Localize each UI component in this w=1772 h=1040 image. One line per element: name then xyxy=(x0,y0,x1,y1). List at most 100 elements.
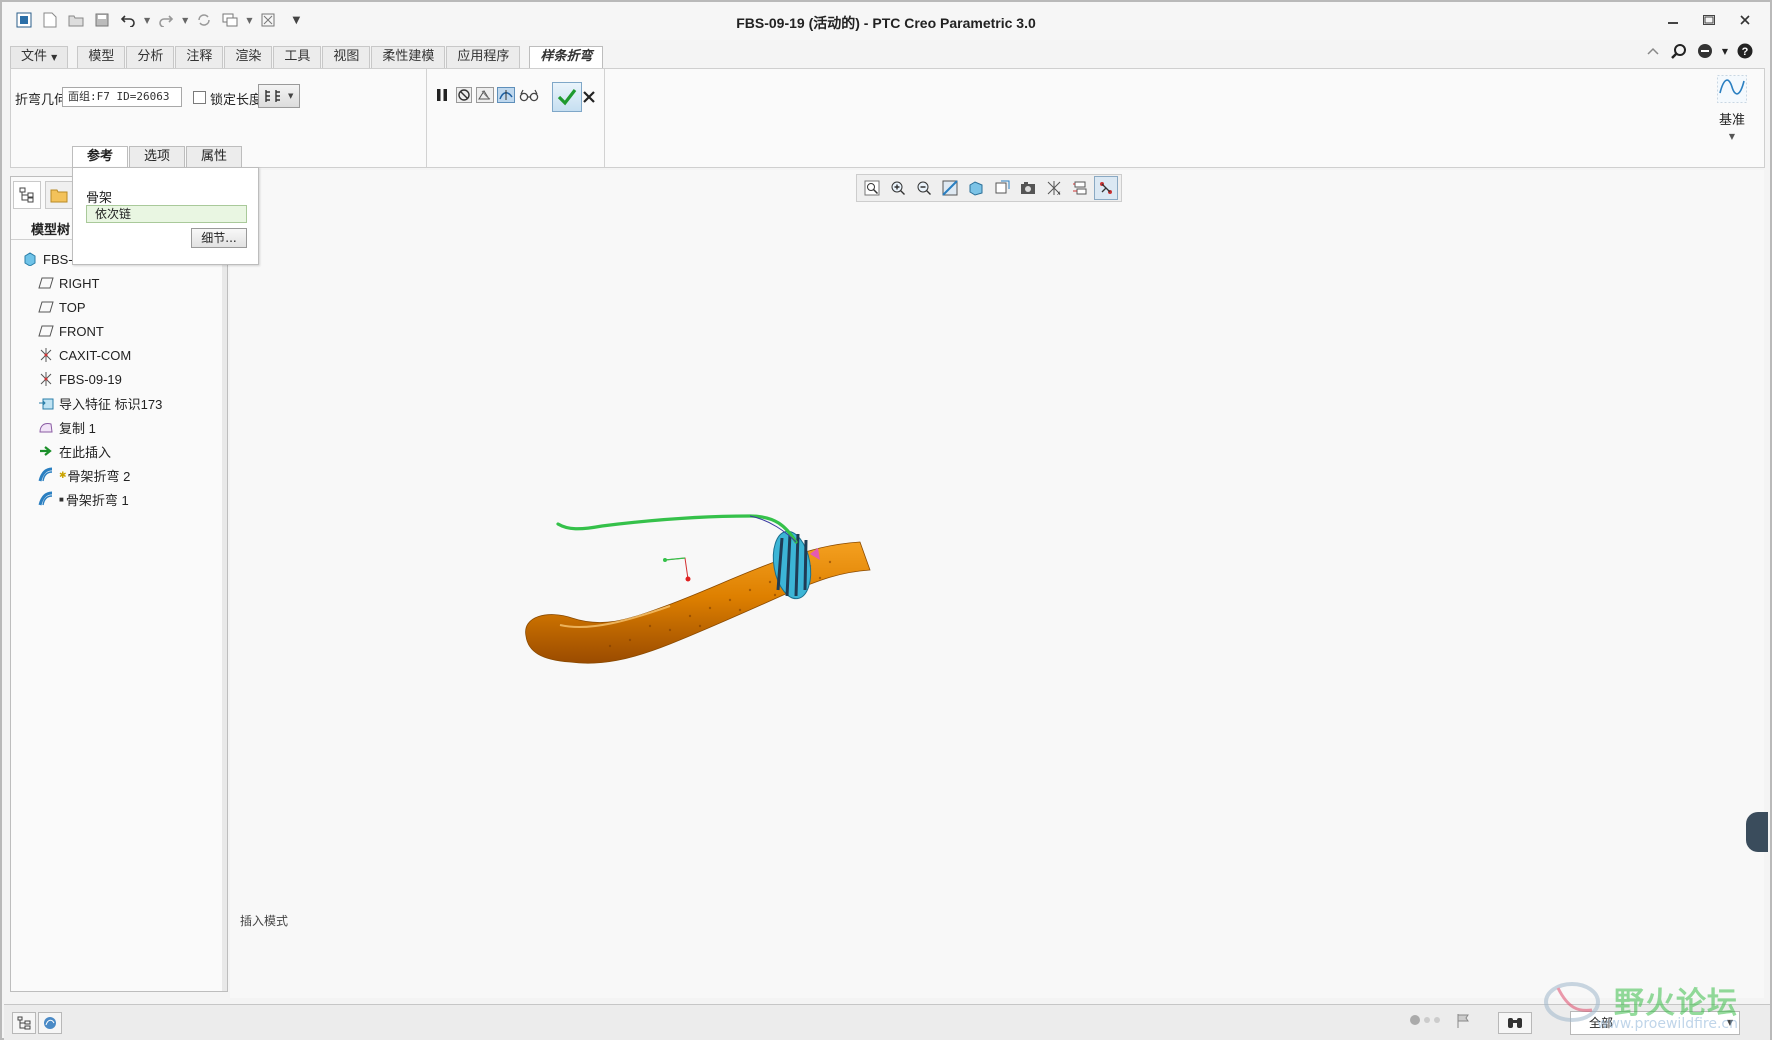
tab-model[interactable]: 模型 xyxy=(77,46,126,68)
tab-file-label: 文件 xyxy=(21,49,48,64)
watermark-url: www.proewildfire.cn xyxy=(1596,1016,1738,1032)
tree-item-label: TOP xyxy=(59,299,86,315)
tab-annotate[interactable]: 注释 xyxy=(175,46,224,68)
insert-here-arrow-icon xyxy=(37,443,55,459)
community-dropdown-icon[interactable]: ▼ xyxy=(1722,47,1728,56)
length-option-dropdown-icon: ▼ xyxy=(288,92,294,100)
close-icon[interactable] xyxy=(1734,10,1756,30)
side-panel-handle[interactable] xyxy=(1746,812,1768,852)
details-button[interactable]: 细节... xyxy=(191,228,247,248)
tree-item-insert-here[interactable]: 在此插入 xyxy=(11,439,227,463)
bend-geometry-collector[interactable]: 面组:F7 ID=26063 xyxy=(62,87,182,107)
tree-item-right[interactable]: RIGHT xyxy=(11,271,227,295)
divider xyxy=(426,69,427,167)
skeleton-collector[interactable]: 依次链 xyxy=(86,205,247,223)
datum-curve-icon xyxy=(1717,75,1747,103)
show-navigator-button[interactable] xyxy=(12,1012,36,1034)
tab-applications[interactable]: 应用程序 xyxy=(446,46,521,68)
bent-handle-body[interactable] xyxy=(525,541,871,664)
collapse-ribbon-icon[interactable] xyxy=(1644,42,1662,60)
help-icon[interactable]: ? xyxy=(1736,42,1754,60)
datum-plane-icon xyxy=(37,275,55,291)
close-x-icon xyxy=(583,91,595,103)
tab-flexible-modeling-label: 柔性建模 xyxy=(382,49,435,64)
tree-item-top[interactable]: TOP xyxy=(11,295,227,319)
spinal-bend-icon xyxy=(37,467,55,483)
tab-options[interactable]: 选项 xyxy=(129,146,185,167)
no-preview-icon[interactable] xyxy=(454,85,474,105)
tree-item-label: FRONT xyxy=(59,323,104,339)
tab-analysis-label: 分析 xyxy=(137,49,164,64)
tab-analysis[interactable]: 分析 xyxy=(126,46,175,68)
tab-tools-label: 工具 xyxy=(284,49,311,64)
pause-icon[interactable] xyxy=(432,85,452,105)
spine-curve[interactable] xyxy=(556,514,798,544)
tree-item-caxit-com[interactable]: CAXIT-COM xyxy=(11,343,227,367)
graphics-window[interactable]: x 插入模式 xyxy=(230,170,1768,998)
datum-plane-icon xyxy=(37,323,55,339)
tab-render[interactable]: 渲染 xyxy=(224,46,273,68)
maximize-icon[interactable] xyxy=(1698,10,1720,30)
tree-item-label: 骨架折弯 2 xyxy=(67,468,131,484)
tab-properties[interactable]: 属性 xyxy=(186,146,242,167)
forum-watermark: 野火论坛 www.proewildfire.cn xyxy=(1540,974,1750,1034)
browser-icon xyxy=(44,1017,56,1029)
bend-geometry-label: 折弯几何 xyxy=(15,93,68,108)
import-feature-icon xyxy=(37,395,55,411)
tab-applications-label: 应用程序 xyxy=(457,49,510,64)
folder-browser-tab[interactable] xyxy=(45,181,73,209)
minimize-icon[interactable] xyxy=(1662,10,1684,30)
tab-file[interactable]: 文件 ▼ xyxy=(10,46,69,68)
tree-item-import-feature[interactable]: 导入特征 标识173 xyxy=(11,391,227,415)
active-marker-icon: ■ xyxy=(59,494,64,504)
datum-group[interactable]: 基准 ▼ xyxy=(1712,75,1752,141)
datum-label: 基准 xyxy=(1718,113,1745,128)
tree-item-label: 骨架折弯 1 xyxy=(65,492,129,508)
tree-item-spinal-bend-1[interactable]: ■ 骨架折弯 1 xyxy=(11,487,227,511)
tree-item-copy[interactable]: 复制 1 xyxy=(11,415,227,439)
lock-length-checkbox[interactable] xyxy=(193,91,206,104)
regen-status-icon xyxy=(1410,1015,1440,1025)
length-option-button[interactable]: ▼ xyxy=(258,84,300,108)
coordinate-system-icon xyxy=(37,347,55,363)
regen-pending-icon: ✱ xyxy=(59,469,67,480)
tab-tools[interactable]: 工具 xyxy=(273,46,322,68)
spinal-bend-icon xyxy=(37,491,55,507)
divider xyxy=(604,69,605,167)
tree-item-front[interactable]: FRONT xyxy=(11,319,227,343)
folder-icon xyxy=(50,189,68,203)
part-icon xyxy=(21,251,39,267)
tab-references[interactable]: 参考 xyxy=(72,146,128,167)
tab-spinal-bend[interactable]: 样条折弯 xyxy=(529,46,604,69)
app-window: ▼ ▼ ▼ ▼ FBS-09-19 (活动的) - PTC Creo Param… xyxy=(0,0,1772,1040)
tree-item-fbs-csys[interactable]: FBS-09-19 xyxy=(11,367,227,391)
binoculars-icon xyxy=(1508,1018,1522,1028)
verify-glasses-icon[interactable] xyxy=(519,85,539,105)
find-button[interactable] xyxy=(1498,1012,1532,1034)
preview-geometry-icon[interactable] xyxy=(475,85,495,105)
community-icon[interactable] xyxy=(1696,42,1714,60)
preview-attached-icon[interactable] xyxy=(496,85,516,105)
panel-scrollbar[interactable] xyxy=(222,241,227,991)
tab-view[interactable]: 视图 xyxy=(322,46,371,68)
length-option-icon xyxy=(265,90,280,102)
tab-spinal-bend-label: 样条折弯 xyxy=(540,49,593,64)
tree-item-spinal-bend-2[interactable]: ✱ 骨架折弯 2 xyxy=(11,463,227,487)
tab-flexible-modeling[interactable]: 柔性建模 xyxy=(371,46,446,68)
ribbon-right-tools: ▼ ? xyxy=(1644,42,1754,60)
tree-item-label: CAXIT-COM xyxy=(59,347,132,363)
ribbon-tabs: 文件 ▼ 模型 分析 注释 渲染 工具 视图 柔性建模 应用程序 样条折弯 xyxy=(10,46,604,69)
model-tree-tab[interactable] xyxy=(13,181,41,209)
references-panel: 骨架 依次链 细节... xyxy=(72,167,259,265)
dashboard-tabs: 参考 选项 属性 xyxy=(72,146,243,167)
tree-toggle-icon xyxy=(17,1016,31,1030)
spinal-bend-dashboard: 折弯几何 面组:F7 ID=26063 锁定长度 ▼ 基准 ▼ xyxy=(10,68,1765,168)
datum-dropdown-icon[interactable]: ▼ xyxy=(1712,132,1752,141)
coordinate-system-icon xyxy=(37,371,55,387)
cancel-button[interactable] xyxy=(578,86,600,108)
model-tree-icon xyxy=(19,187,34,203)
tree-item-label: 导入特征 标识173 xyxy=(59,396,163,412)
show-browser-button[interactable] xyxy=(38,1012,62,1034)
search-icon[interactable] xyxy=(1670,42,1688,60)
flag-icon[interactable] xyxy=(1456,1013,1470,1032)
